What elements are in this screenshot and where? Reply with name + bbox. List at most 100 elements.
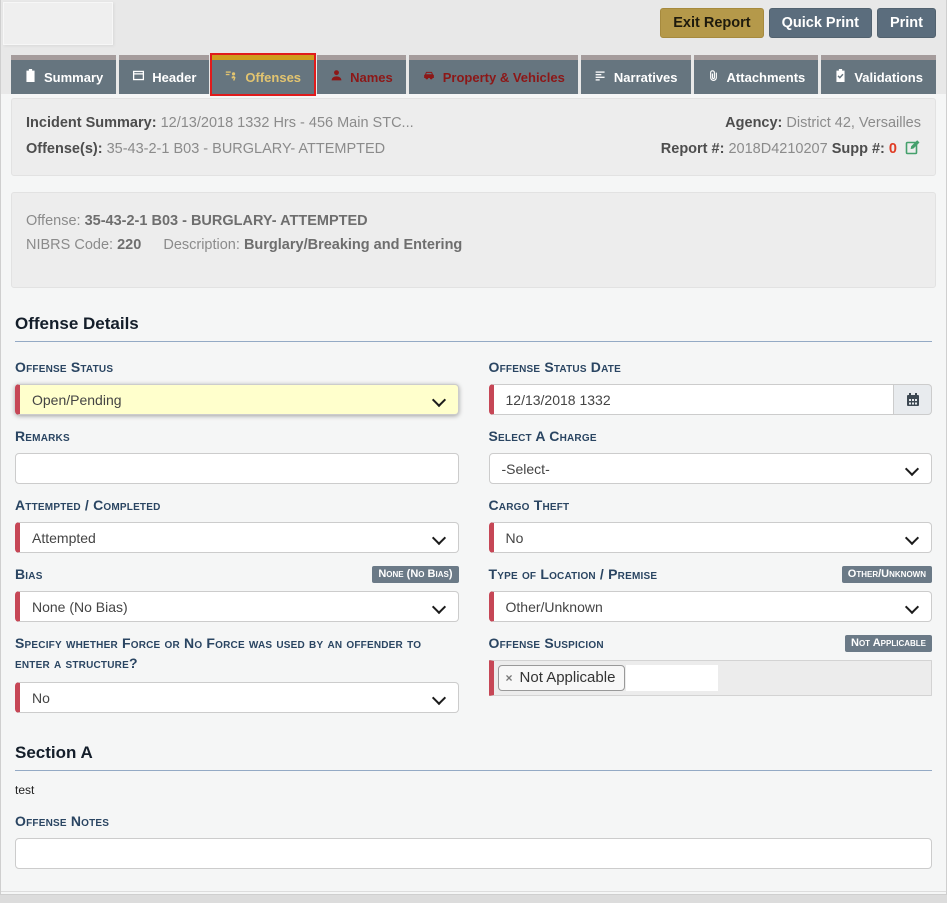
offense-suspicion-multiselect[interactable]: × Not Applicable [489, 660, 933, 696]
agency-label: Agency: [725, 115, 782, 131]
tab-narratives[interactable]: Narratives [581, 55, 691, 94]
offense-status-date-value: 12/13/2018 1332 [506, 392, 611, 408]
location-premise-badge: Other/Unknown [842, 566, 932, 583]
tab-names[interactable]: Names [317, 55, 406, 94]
report-number-line: Report #: 2018D4210207 Supp #: 0 [661, 138, 921, 162]
description-value: Burglary/Breaking and Entering [244, 237, 462, 253]
nibrs-line: NIBRS Code: 220 Description: Burglary/Br… [26, 233, 921, 257]
remarks-label: Remarks [15, 426, 70, 446]
attempted-completed-select[interactable]: Attempted [15, 522, 459, 553]
offenses-value: 35-43-2-1 B03 - BURGLARY- ATTEMPTED [107, 141, 386, 157]
tab-label: Attachments [727, 70, 806, 85]
incident-summary-value: 12/13/2018 1332 Hrs - 456 Main STC... [161, 115, 414, 131]
clipboard-icon [24, 69, 37, 85]
remarks-input[interactable] [15, 453, 459, 484]
offense-status-select[interactable]: Open/Pending [15, 384, 459, 415]
attempted-completed-field: Attempted / Completed Attempted [15, 495, 459, 553]
offense-details-form: Offense Details Offense Status Open/Pend… [1, 314, 946, 869]
exit-report-button[interactable]: Exit Report [660, 8, 763, 38]
offenses-line: Offense(s): 35-43-2-1 B03 - BURGLARY- AT… [26, 138, 385, 162]
top-button-group: Exit Report Quick Print Print [660, 8, 936, 38]
tab-label: Offenses [245, 70, 301, 85]
tab-property-vehicles[interactable]: Property & Vehicles [409, 55, 578, 94]
tab-summary[interactable]: Summary [11, 55, 116, 94]
window-icon [132, 69, 145, 85]
section-a-divider [15, 770, 932, 771]
chip-remove-icon[interactable]: × [506, 671, 513, 685]
car-icon [422, 69, 436, 85]
offense-line: Offense: 35-43-2-1 B03 - BURGLARY- ATTEM… [26, 209, 921, 233]
select-a-charge-value: -Select- [502, 461, 550, 477]
select-a-charge-field: Select A Charge -Select- [489, 426, 933, 484]
report-tab-bar: Summary Header Offenses Names Property &… [1, 55, 946, 94]
chip-label: Not Applicable [520, 669, 616, 686]
offense-label: Offense: [26, 213, 81, 229]
tab-label: Narratives [614, 70, 678, 85]
quick-print-button[interactable]: Quick Print [769, 8, 872, 38]
section-divider [15, 341, 932, 342]
multiselect-input-area[interactable] [626, 665, 718, 691]
offense-notes-input[interactable] [15, 838, 932, 869]
cargo-theft-value: No [506, 530, 524, 546]
top-bar: Exit Report Quick Print Print [1, 0, 946, 55]
offense-notes-label: Offense Notes [15, 811, 109, 831]
tab-offenses[interactable]: Offenses [212, 55, 314, 94]
edit-supp-icon[interactable] [905, 139, 921, 162]
incident-summary-line: Incident Summary: 12/13/2018 1332 Hrs - … [26, 112, 414, 134]
section-a-note: test [15, 783, 932, 797]
force-question-select[interactable]: No [15, 682, 459, 713]
cargo-theft-select[interactable]: No [489, 522, 933, 553]
incident-summary-box: Incident Summary: 12/13/2018 1332 Hrs - … [11, 98, 936, 176]
agency-line: Agency: District 42, Versailles [725, 112, 921, 134]
tab-attachments[interactable]: Attachments [694, 55, 819, 94]
bias-select[interactable]: None (No Bias) [15, 591, 459, 622]
select-a-charge-select[interactable]: -Select- [489, 453, 933, 484]
incident-summary-label: Incident Summary: [26, 115, 157, 131]
nibrs-code-value: 220 [117, 237, 141, 253]
offense-suspicion-chip: × Not Applicable [498, 665, 626, 691]
form-footer: Go Back Update [1, 891, 946, 895]
force-question-label: Specify whether Force or No Force was us… [15, 633, 455, 673]
tab-header[interactable]: Header [119, 55, 209, 94]
location-premise-label: Type of Location / Premise [489, 564, 658, 584]
offense-status-label: Offense Status [15, 357, 113, 377]
cargo-theft-field: Cargo Theft No [489, 495, 933, 553]
offense-status-date-field: Offense Status Date 12/13/2018 1332 [489, 357, 933, 415]
offense-suspicion-badge: Not Applicable [845, 635, 932, 652]
tab-label: Summary [44, 70, 103, 85]
offense-runner-icon [225, 69, 238, 85]
check-clipboard-icon [834, 69, 847, 85]
report-number-value: 2018D4210207 [728, 141, 827, 157]
force-question-field: Specify whether Force or No Force was us… [15, 633, 459, 713]
force-question-value: No [32, 690, 50, 706]
offense-status-value: Open/Pending [32, 392, 122, 408]
remarks-field: Remarks [15, 426, 459, 484]
offense-status-date-input[interactable]: 12/13/2018 1332 [489, 384, 895, 415]
description-label: Description: [163, 237, 240, 253]
location-premise-select[interactable]: Other/Unknown [489, 591, 933, 622]
tab-validations[interactable]: Validations [821, 55, 936, 94]
bias-label: Bias [15, 564, 43, 584]
cargo-theft-label: Cargo Theft [489, 495, 570, 515]
location-premise-value: Other/Unknown [506, 599, 603, 615]
offense-report-page: Exit Report Quick Print Print Summary He… [0, 0, 947, 895]
offense-details-title: Offense Details [15, 314, 932, 334]
bias-status-badge: None (No Bias) [372, 566, 458, 583]
calendar-icon[interactable] [894, 384, 932, 415]
report-number-label: Report #: [661, 141, 725, 157]
section-a-title: Section A [15, 743, 932, 763]
attempted-completed-label: Attempted / Completed [15, 495, 161, 515]
text-lines-icon [594, 69, 607, 85]
select-a-charge-label: Select A Charge [489, 426, 597, 446]
offense-info-box: Offense: 35-43-2-1 B03 - BURGLARY- ATTEM… [11, 192, 936, 288]
supp-number-label: Supp #: [832, 141, 885, 157]
agency-value: District 42, Versailles [786, 115, 921, 131]
supp-number-value: 0 [889, 141, 897, 157]
tab-label: Validations [854, 70, 923, 85]
tab-label: Property & Vehicles [443, 70, 565, 85]
paperclip-icon [707, 69, 720, 85]
offense-status-field: Offense Status Open/Pending [15, 357, 459, 415]
offense-status-date-label: Offense Status Date [489, 357, 621, 377]
bias-field: Bias None (No Bias) None (No Bias) [15, 564, 459, 622]
print-button[interactable]: Print [877, 8, 936, 38]
